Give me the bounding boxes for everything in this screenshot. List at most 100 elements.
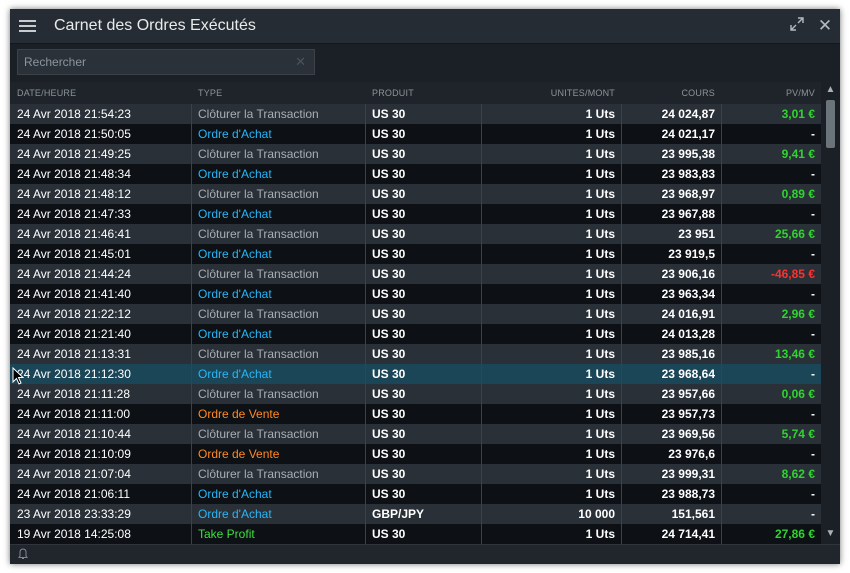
column-separator [191,364,192,384]
column-separator [621,224,622,244]
cell-type: Ordre d'Achat [198,367,272,381]
cell-product: US 30 [372,167,406,181]
column-separator [191,384,192,404]
column-separator [365,104,366,124]
table-row[interactable]: 24 Avr 2018 21:10:44 Clôturer la Transact… [10,424,821,444]
table-row[interactable]: 24 Avr 2018 21:11:28 Clôturer la Transact… [10,384,821,404]
column-separator [621,344,622,364]
column-separator [365,384,366,404]
column-separator [481,504,482,524]
table-row[interactable]: 24 Avr 2018 21:21:40 Ordre d'Achat US 30 1 … [10,324,821,344]
scroll-down-icon[interactable]: ▼ [823,526,838,542]
cell-price: 24 016,91 [661,307,715,321]
bell-icon[interactable] [18,548,28,560]
cell-price: 23 969,56 [661,427,715,441]
cell-pl: 0,89 € [781,187,815,201]
cell-pl: - [811,447,815,461]
table-row[interactable]: 23 Avr 2018 23:33:29 Ordre d'Achat GBP/JPY… [10,504,821,524]
cell-units: 1 Uts [585,467,615,481]
column-separator [191,404,192,424]
table-row[interactable]: 24 Avr 2018 21:11:00 Ordre de Vente US 30 1… [10,404,821,424]
close-icon[interactable]: ✕ [816,17,834,35]
cell-date: 23 Avr 2018 23:33:29 [17,507,131,521]
cell-type: Ordre de Vente [198,447,280,461]
column-separator [365,304,366,324]
scroll-up-icon[interactable]: ▲ [823,82,838,98]
table-row[interactable]: 24 Avr 2018 21:45:01 Ordre d'Achat US 30 1 … [10,244,821,264]
cell-pl: 27,86 € [774,527,815,541]
table-row[interactable]: 24 Avr 2018 21:07:04 Clôturer la Transact… [10,464,821,484]
column-header-product[interactable]: PRODUIT [372,88,414,98]
scroll-thumb[interactable] [826,100,835,148]
table-row[interactable]: 24 Avr 2018 21:46:41 Clôturer la Transact… [10,224,821,244]
column-separator [721,524,722,544]
column-header-units[interactable]: UNITES/MONT [551,88,615,98]
cell-price: 23 963,34 [661,287,715,301]
table-row[interactable]: 24 Avr 2018 21:48:12 Clôturer la Transact… [10,184,821,204]
column-separator [621,264,622,284]
expand-icon[interactable] [788,17,806,35]
column-separator [621,484,622,504]
column-header-price[interactable]: COURS [681,88,715,98]
vertical-scrollbar[interactable]: ▲ ▼ [823,82,838,542]
column-separator [721,144,722,164]
table-row[interactable]: 24 Avr 2018 21:48:34 Ordre d'Achat US 30 1 … [10,164,821,184]
cell-date: 24 Avr 2018 21:41:40 [17,287,131,301]
clear-search-icon[interactable]: ✕ [295,54,306,70]
table-row[interactable]: 24 Avr 2018 21:54:23 Clôturer la Transact… [10,104,821,124]
cell-date: 24 Avr 2018 21:12:30 [17,367,131,381]
table-header: DATE/HEURE TYPE PRODUIT UNITES/MONT COUR… [10,82,821,105]
table-row[interactable]: 24 Avr 2018 21:41:40 Ordre d'Achat US 30 1 … [10,284,821,304]
table-row[interactable]: 24 Avr 2018 21:10:09 Ordre de Vente US 30 1… [10,444,821,464]
cell-date: 24 Avr 2018 21:10:09 [17,447,131,461]
column-separator [365,284,366,304]
cell-pl: - [811,167,815,181]
column-separator [191,184,192,204]
cell-type: Ordre de Vente [198,407,280,421]
cell-date: 24 Avr 2018 21:22:12 [17,307,131,321]
table-row[interactable]: 24 Avr 2018 21:06:11 Ordre d'Achat US 30 1 … [10,484,821,504]
column-separator [191,464,192,484]
cell-units: 1 Uts [585,427,615,441]
column-separator [481,384,482,404]
table-row[interactable]: 24 Avr 2018 21:44:24 Clôturer la Transact… [10,264,821,284]
search-input[interactable] [18,50,294,74]
cell-product: US 30 [372,527,406,541]
column-separator [481,184,482,204]
cell-type: Clôturer la Transaction [198,267,319,281]
table-row[interactable]: 24 Avr 2018 21:50:05 Ordre d'Achat US 30 1 … [10,124,821,144]
column-header-pl[interactable]: PV/MV [786,88,815,98]
cell-price: 24 714,41 [661,527,715,541]
cell-type: Clôturer la Transaction [198,467,319,481]
table-row[interactable]: 24 Avr 2018 21:22:12 Clôturer la Transact… [10,304,821,324]
cell-product: US 30 [372,327,406,341]
cell-units: 1 Uts [585,407,615,421]
cell-date: 24 Avr 2018 21:10:44 [17,427,131,441]
table-row[interactable]: 24 Avr 2018 21:12:30 Ordre d'Achat US 30 1 … [10,364,821,384]
column-separator [721,124,722,144]
cell-price: 23 951 [678,227,715,241]
column-separator [365,504,366,524]
cell-units: 1 Uts [585,187,615,201]
hamburger-menu-icon[interactable] [15,14,41,38]
cell-date: 24 Avr 2018 21:06:11 [17,487,130,501]
column-separator [721,404,722,424]
table-row[interactable]: 24 Avr 2018 21:49:25 Clôturer la Transact… [10,144,821,164]
column-separator [721,364,722,384]
column-separator [621,204,622,224]
column-header-type[interactable]: TYPE [198,88,222,98]
table-row[interactable]: 24 Avr 2018 21:47:33 Ordre d'Achat US 30 1 … [10,204,821,224]
column-separator [481,244,482,264]
column-separator [721,304,722,324]
column-separator [365,444,366,464]
table-row[interactable]: 24 Avr 2018 21:13:31 Clôturer la Transact… [10,344,821,364]
column-header-date[interactable]: DATE/HEURE [17,88,76,98]
cell-units: 1 Uts [585,447,615,461]
cell-pl: - [811,487,815,501]
table-row[interactable]: 19 Avr 2018 14:25:08 Take Profit US 30 1 Ut… [10,524,821,544]
column-separator [365,204,366,224]
column-separator [481,224,482,244]
column-separator [191,244,192,264]
column-separator [481,344,482,364]
column-separator [721,244,722,264]
